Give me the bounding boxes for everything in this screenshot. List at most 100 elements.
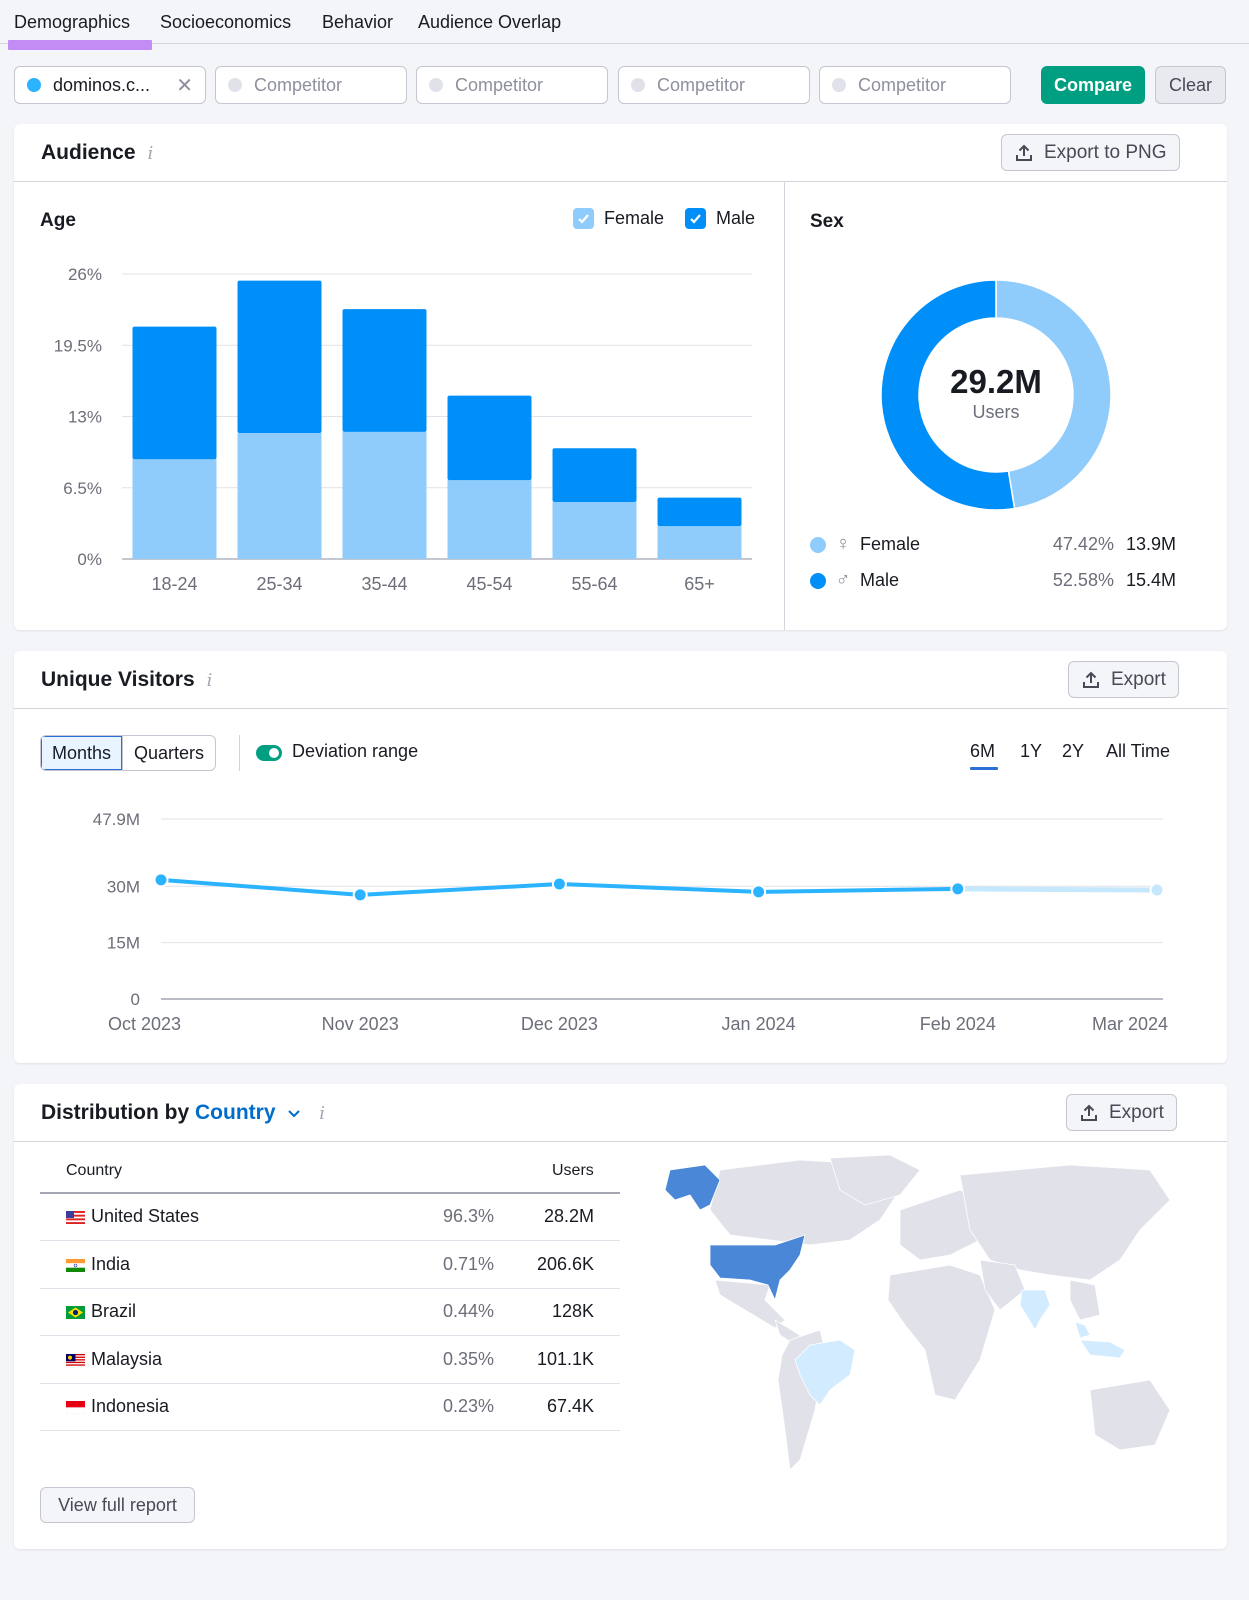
bar-segment-female[interactable] bbox=[132, 459, 217, 559]
country-dropdown[interactable]: Country bbox=[195, 1101, 307, 1124]
table-row[interactable]: Malaysia 0.35% 101.1K bbox=[40, 1336, 620, 1384]
y-tick-label: 26% bbox=[68, 265, 102, 284]
map-country-australia[interactable] bbox=[1089, 1379, 1171, 1451]
male-color-dot bbox=[810, 572, 826, 589]
country-pct: 96.3% bbox=[442, 1206, 494, 1226]
months-button[interactable]: Months bbox=[41, 736, 123, 770]
range-2y[interactable]: 2Y bbox=[1062, 741, 1084, 762]
x-tick-label: 65+ bbox=[684, 574, 715, 594]
line-point[interactable] bbox=[551, 876, 567, 892]
x-tick-label: 45-54 bbox=[466, 574, 512, 594]
export-to-png-label: Export to PNG bbox=[1044, 141, 1167, 163]
x-tick-label: 18-24 bbox=[151, 574, 197, 594]
age-bar-chart: 0% 6.5% 13% 19.5% 26% 18-24 25-34 35-44 45-54 55-… bbox=[54, 265, 752, 594]
toolbar-divider bbox=[239, 735, 240, 771]
country-pct: 0.35% bbox=[442, 1348, 494, 1369]
map-country-malaysia[interactable] bbox=[1074, 1321, 1091, 1339]
clear-button[interactable]: Clear bbox=[1155, 66, 1226, 104]
map-country-indonesia[interactable] bbox=[1079, 1339, 1126, 1359]
granularity-switch: Months Quarters bbox=[40, 735, 217, 771]
bar-segment-male[interactable] bbox=[657, 497, 742, 527]
line-point[interactable] bbox=[1149, 882, 1165, 898]
info-icon[interactable]: i bbox=[319, 1103, 325, 1124]
female-users: 13.9M bbox=[1125, 534, 1176, 554]
country-pct: 0.71% bbox=[442, 1253, 494, 1274]
competitor-input-4[interactable]: Competitor bbox=[819, 66, 1011, 104]
male-users: 15.4M bbox=[1125, 570, 1176, 590]
unique-visitors-header: Unique Visitors i Export bbox=[14, 651, 1227, 709]
x-tick-label: Mar 2024 bbox=[1092, 1014, 1168, 1034]
y-tick-label: 6.5% bbox=[63, 479, 102, 498]
bar-segment-male[interactable] bbox=[342, 309, 427, 432]
y-tick-label: 47.9M bbox=[93, 810, 140, 829]
country-users: 206.6K bbox=[536, 1253, 594, 1274]
flag-in-icon bbox=[66, 1258, 85, 1272]
country-dropdown-label: Country bbox=[195, 1101, 276, 1124]
active-range-indicator bbox=[970, 767, 998, 770]
bar-segment-male[interactable] bbox=[447, 395, 532, 481]
table-row[interactable]: Brazil 0.44% 128K bbox=[40, 1288, 620, 1336]
chevron-down-icon bbox=[288, 1110, 301, 1118]
export-label: Export bbox=[1111, 668, 1166, 690]
bar-segment-female[interactable] bbox=[552, 502, 637, 559]
x-tick-label: 25-34 bbox=[256, 574, 302, 594]
view-full-report-button[interactable]: View full report bbox=[40, 1487, 195, 1523]
country-name[interactable]: India bbox=[91, 1254, 130, 1275]
x-tick-label: Dec 2023 bbox=[521, 1014, 598, 1034]
map-country-africa[interactable] bbox=[887, 1264, 996, 1401]
country-name[interactable]: Brazil bbox=[91, 1301, 136, 1322]
bar-segment-female[interactable] bbox=[237, 432, 322, 559]
bar-segment-male[interactable] bbox=[237, 280, 322, 433]
table-row[interactable]: India 0.71% 206.6K bbox=[40, 1241, 620, 1289]
x-tick-label: Jan 2024 bbox=[722, 1014, 796, 1034]
bar-segment-male[interactable] bbox=[132, 326, 217, 460]
table-row[interactable]: United States 96.3% 28.2M bbox=[40, 1193, 620, 1241]
male-label: Male bbox=[860, 570, 900, 590]
y-tick-label: 30M bbox=[107, 877, 140, 896]
map-country-southeast-asia[interactable] bbox=[1069, 1279, 1101, 1321]
deviation-range-toggle[interactable] bbox=[256, 745, 282, 761]
table-row[interactable]: Indonesia 0.23% 67.4K bbox=[40, 1383, 620, 1431]
unique-visitors-title-text: Unique Visitors bbox=[41, 668, 195, 691]
unique-visitors-title: Unique Visitors i bbox=[41, 668, 212, 692]
y-tick-label: 19.5% bbox=[54, 336, 102, 355]
upload-icon bbox=[1083, 671, 1099, 688]
range-all-time[interactable]: All Time bbox=[1106, 741, 1170, 762]
audience-divider bbox=[784, 182, 785, 630]
total-users-label: Users bbox=[972, 402, 1020, 422]
x-tick-label: Feb 2024 bbox=[920, 1014, 996, 1034]
info-icon[interactable]: i bbox=[207, 670, 213, 691]
column-header-users[interactable]: Users bbox=[552, 1162, 594, 1180]
distribution-header: Distribution by Country i Export bbox=[14, 1084, 1227, 1142]
country-users: 101.1K bbox=[536, 1348, 594, 1369]
country-name[interactable]: United States bbox=[91, 1206, 199, 1227]
bar-segment-female[interactable] bbox=[447, 480, 532, 559]
range-1y[interactable]: 1Y bbox=[1020, 741, 1042, 762]
male-pct: 52.58% bbox=[1052, 570, 1114, 590]
country-users: 67.4K bbox=[546, 1396, 594, 1416]
flag-br-icon bbox=[66, 1306, 85, 1319]
export-to-png-button[interactable]: Export to PNG bbox=[1001, 134, 1180, 171]
female-pct: 47.42% bbox=[1052, 534, 1114, 554]
country-name[interactable]: Indonesia bbox=[91, 1396, 169, 1417]
country-name[interactable]: Malaysia bbox=[91, 1349, 162, 1370]
line-point[interactable] bbox=[153, 872, 169, 888]
unique-visitors-line-chart: 0 15M 30M 47.9M Oct 2023 Nov 2023 Dec 2023 Jan … bbox=[93, 810, 1168, 1034]
range-6m[interactable]: 6M bbox=[970, 741, 995, 762]
map-country-india[interactable] bbox=[1019, 1289, 1051, 1331]
y-tick-label: 15M bbox=[107, 934, 140, 953]
export-button[interactable]: Export bbox=[1068, 661, 1179, 698]
quarters-button[interactable]: Quarters bbox=[122, 736, 215, 770]
export-button[interactable]: Export bbox=[1066, 1094, 1177, 1131]
country-users: 28.2M bbox=[543, 1206, 594, 1226]
line-point[interactable] bbox=[751, 884, 767, 900]
bar-segment-female[interactable] bbox=[342, 431, 427, 559]
column-header-country[interactable]: Country bbox=[66, 1162, 122, 1180]
x-tick-label: 55-64 bbox=[571, 574, 617, 594]
compare-button[interactable]: Compare bbox=[1041, 66, 1145, 104]
bar-segment-female[interactable] bbox=[657, 526, 742, 559]
distribution-title: Distribution by Country i bbox=[41, 1101, 325, 1125]
line-point[interactable] bbox=[352, 887, 368, 903]
bar-segment-male[interactable] bbox=[552, 448, 637, 502]
line-point[interactable] bbox=[950, 881, 966, 897]
